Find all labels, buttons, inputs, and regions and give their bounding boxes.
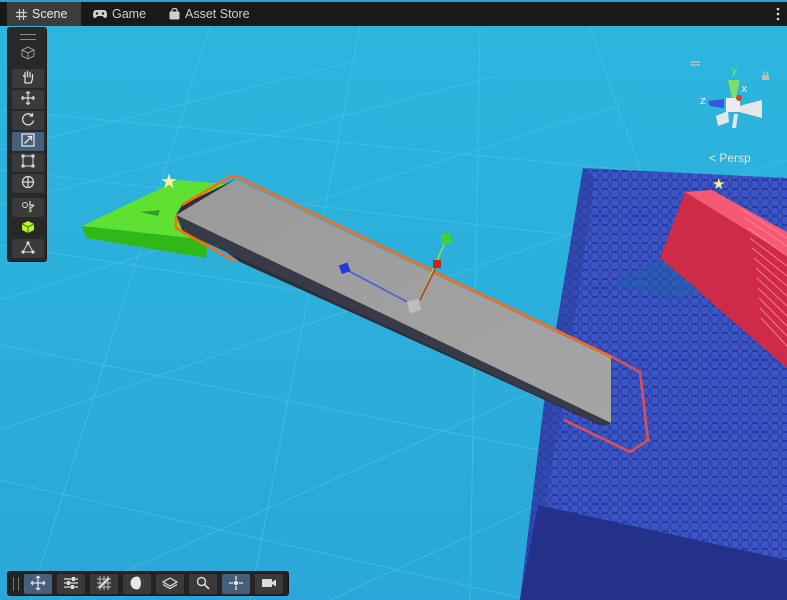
drag-handle-icon[interactable] <box>13 577 19 591</box>
camera-button[interactable] <box>255 574 283 594</box>
layers-icon <box>161 575 179 594</box>
grid-icon <box>16 8 27 20</box>
pivot-center-button[interactable] <box>222 574 250 594</box>
camera-icon <box>261 576 277 593</box>
scene-editor-window: Scene Game Asset Store ★ ★ y x z < Persp <box>0 0 787 600</box>
probuilder-tool-button[interactable] <box>12 219 44 238</box>
chevron-left-icon: < <box>709 151 720 165</box>
pivot-center-icon <box>228 575 244 594</box>
tab-label: Scene <box>32 7 68 21</box>
transform-icon <box>21 175 35 192</box>
transform-tool-button[interactable] <box>12 174 44 193</box>
view-options-button[interactable] <box>12 45 44 64</box>
scale-icon <box>21 133 35 150</box>
hand-icon <box>21 70 35 87</box>
tab-game[interactable]: Game <box>84 2 156 26</box>
favorite-star-icon: ★ <box>712 175 725 193</box>
settings-button[interactable] <box>57 574 85 594</box>
svg-text:y: y <box>731 64 738 77</box>
shading-mode-button[interactable] <box>123 574 151 594</box>
svg-text:x: x <box>741 82 748 95</box>
shopping-bag-icon <box>169 8 180 20</box>
projection-label: Persp <box>719 151 751 165</box>
tab-label: Game <box>112 7 147 21</box>
pivot-tool-icon <box>21 199 35 216</box>
svg-text:z: z <box>700 94 706 107</box>
shading-sphere-icon <box>129 575 145 594</box>
projection-toggle[interactable]: < Persp <box>709 151 751 165</box>
green-cube-icon <box>21 220 35 237</box>
scene-viewport[interactable]: ★ ★ y x z < Persp <box>0 26 787 600</box>
search-button[interactable] <box>189 574 217 594</box>
drag-handle-icon[interactable] <box>20 34 36 40</box>
move-button[interactable] <box>24 574 52 594</box>
sliders-icon <box>63 576 79 593</box>
overlay-toolbar <box>7 571 289 596</box>
rect-tool-button[interactable] <box>12 153 44 172</box>
cube-outline-icon <box>21 46 35 63</box>
grid-snap-button[interactable] <box>90 574 118 594</box>
gamepad-icon <box>93 9 107 19</box>
move-arrows-icon <box>30 575 46 594</box>
rotate-tool-button[interactable] <box>12 111 44 130</box>
vertex-tool-button[interactable] <box>12 239 44 258</box>
move-arrows-icon <box>21 91 35 108</box>
more-options-icon[interactable] <box>775 6 781 22</box>
rect-transform-icon <box>21 154 35 171</box>
tab-scene[interactable]: Scene <box>7 2 81 26</box>
layers-button[interactable] <box>156 574 184 594</box>
search-icon <box>196 576 210 593</box>
custom-tool-button[interactable] <box>12 198 44 217</box>
view-tool-button[interactable] <box>12 69 44 88</box>
tools-overlay <box>7 27 47 262</box>
scale-tool-button[interactable] <box>12 132 44 151</box>
move-tool-button[interactable] <box>12 90 44 109</box>
tab-label: Asset Store <box>185 7 250 21</box>
tab-bar: Scene Game Asset Store <box>0 0 787 26</box>
grid-snap-icon <box>96 575 112 594</box>
rotate-icon <box>21 112 35 129</box>
favorite-star-icon: ★ <box>160 169 178 193</box>
vertex-icon <box>21 240 35 257</box>
tab-asset-store[interactable]: Asset Store <box>160 2 260 26</box>
